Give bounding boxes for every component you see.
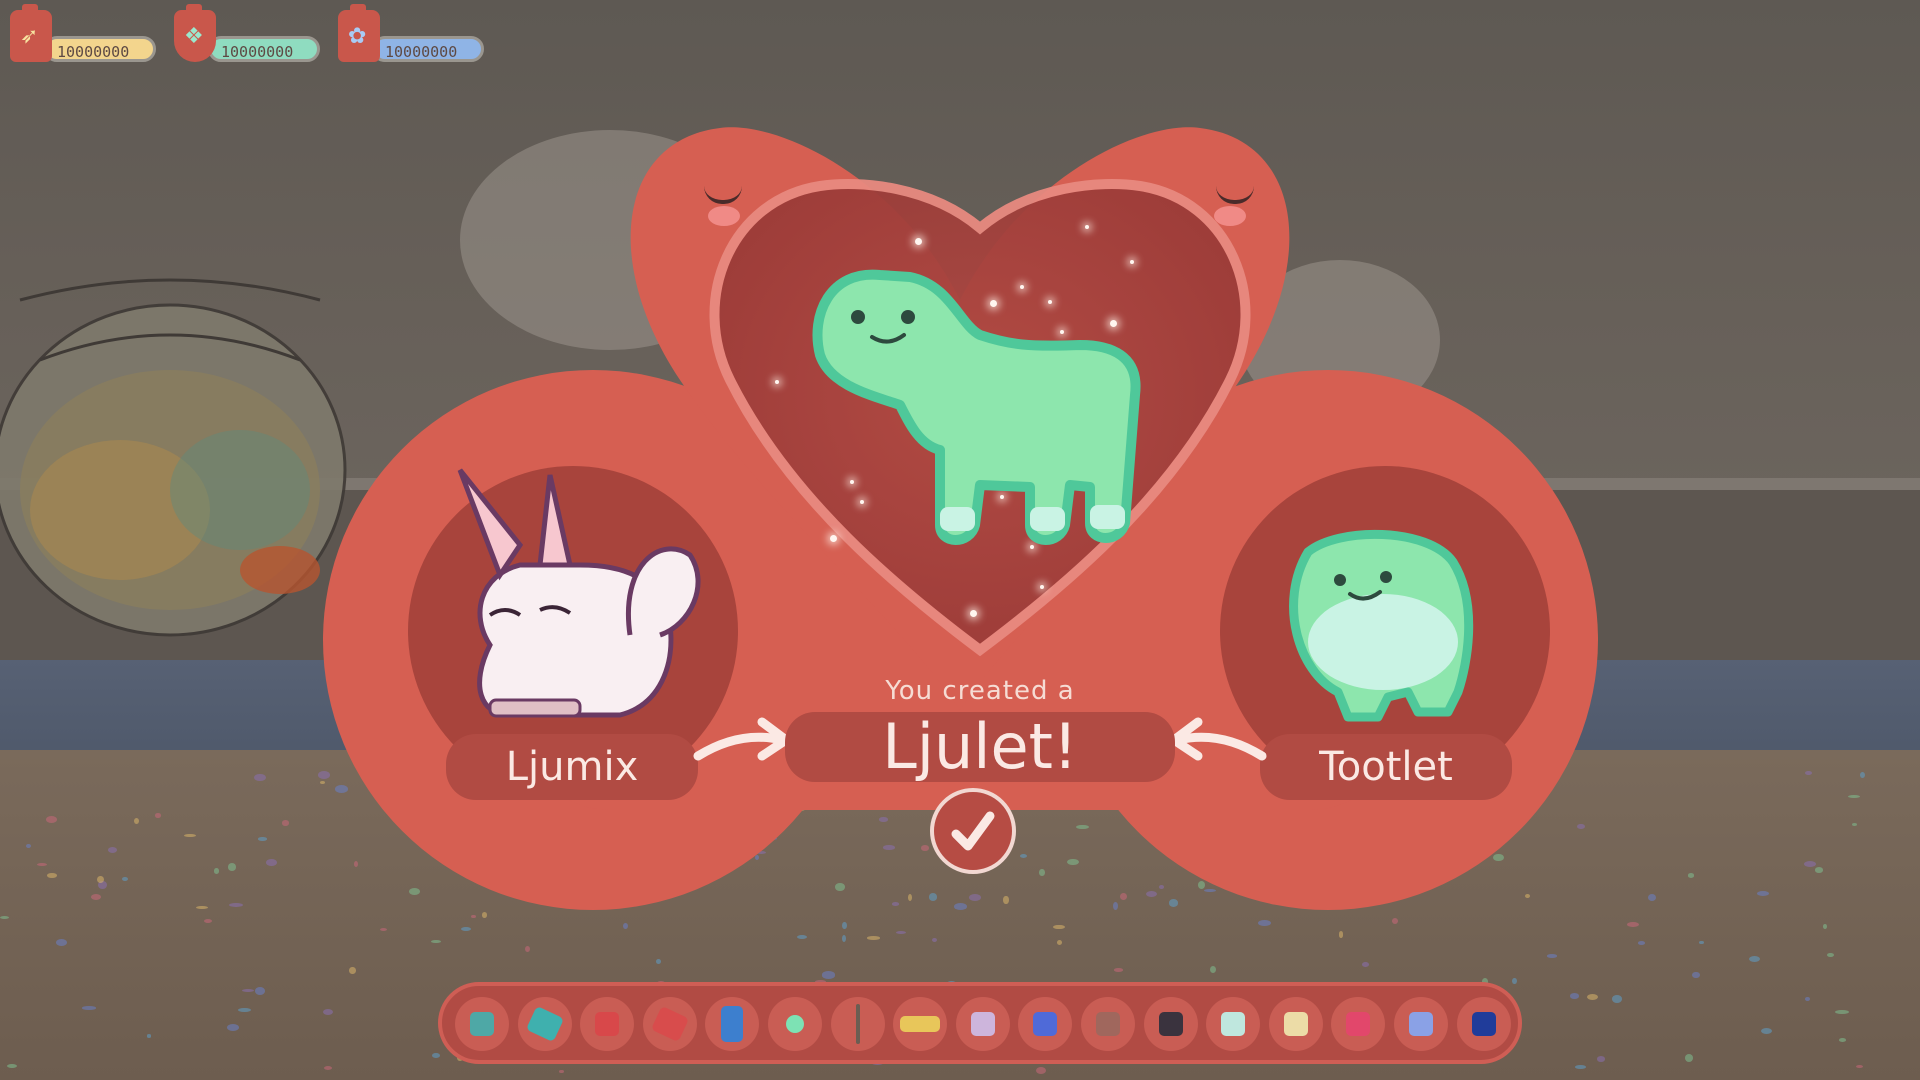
toolbar-slot-dark-block[interactable]: [1143, 997, 1198, 1051]
toolbar-slot-bed[interactable]: [893, 997, 948, 1051]
toolbar-slot-pink-block[interactable]: [1331, 997, 1386, 1051]
right-arrow-icon: [1169, 717, 1267, 761]
checkmark-icon: [951, 811, 995, 851]
toolbar-slot-mint-block[interactable]: [1206, 997, 1261, 1051]
street-lamp-icon: [855, 1004, 860, 1044]
panel-right-blush: [1214, 206, 1246, 226]
red-dice-icon: [650, 1005, 689, 1043]
toolbar-slot-cream-block[interactable]: [1268, 997, 1323, 1051]
sparkle-icon: [775, 380, 779, 384]
night-poster-icon: [1471, 1012, 1496, 1036]
toolbar-slot-brown-block[interactable]: [1081, 997, 1135, 1051]
sparkle-icon: [915, 238, 922, 245]
confirm-button[interactable]: [930, 788, 1016, 874]
bed-icon: [900, 1016, 941, 1032]
cream-block-icon: [1283, 1012, 1308, 1036]
toolbar-slot-lilac-block[interactable]: [955, 997, 1010, 1051]
sparkle-icon: [1040, 585, 1044, 589]
teal-block-icon: [470, 1012, 494, 1036]
parent-right-creature-tootlet: [1289, 529, 1474, 722]
item-toolbar: [438, 982, 1522, 1064]
teal-sponge-icon: [525, 1005, 564, 1043]
dark-block-icon: [1158, 1012, 1183, 1036]
toolbar-slot-lamp-bulb[interactable]: [768, 997, 822, 1051]
toolbar-slot-red-block[interactable]: [580, 997, 635, 1051]
toolbar-slot-blue-block[interactable]: [1018, 997, 1073, 1051]
toolbar-slot-night-poster[interactable]: [1456, 997, 1511, 1051]
lamp-bulb-icon: [786, 1015, 804, 1033]
lilac-block-icon: [970, 1012, 995, 1036]
created-caption: You created a: [885, 676, 1075, 706]
periwinkle-block-icon: [1409, 1012, 1433, 1036]
toolbar-slot-street-lamp[interactable]: [830, 997, 885, 1051]
toolbar-slot-teal-sponge[interactable]: [517, 997, 572, 1051]
parent-right-name: Tootlet: [1260, 734, 1512, 800]
parent-left-creature-ljumix: [457, 468, 701, 718]
mint-block-icon: [1221, 1012, 1246, 1036]
panel-left-blush: [708, 206, 740, 226]
parent-left-name: Ljumix: [446, 734, 698, 800]
toolbar-slot-teal-block[interactable]: [455, 997, 509, 1051]
toolbar-slot-red-dice[interactable]: [642, 997, 697, 1051]
left-arrow-icon: [693, 717, 791, 761]
toolbar-slot-periwinkle-block[interactable]: [1394, 997, 1448, 1051]
toolbar-slot-blue-door[interactable]: [705, 997, 760, 1051]
red-block-icon: [595, 1012, 620, 1036]
result-name: Ljulet!: [785, 712, 1175, 782]
pink-block-icon: [1346, 1012, 1371, 1036]
result-creature-ljulet: [812, 269, 1141, 545]
blue-door-icon: [721, 1006, 744, 1042]
brown-block-icon: [1096, 1012, 1120, 1036]
blue-block-icon: [1033, 1012, 1058, 1036]
sparkle-icon: [970, 610, 977, 617]
sparkle-icon: [1085, 225, 1089, 229]
